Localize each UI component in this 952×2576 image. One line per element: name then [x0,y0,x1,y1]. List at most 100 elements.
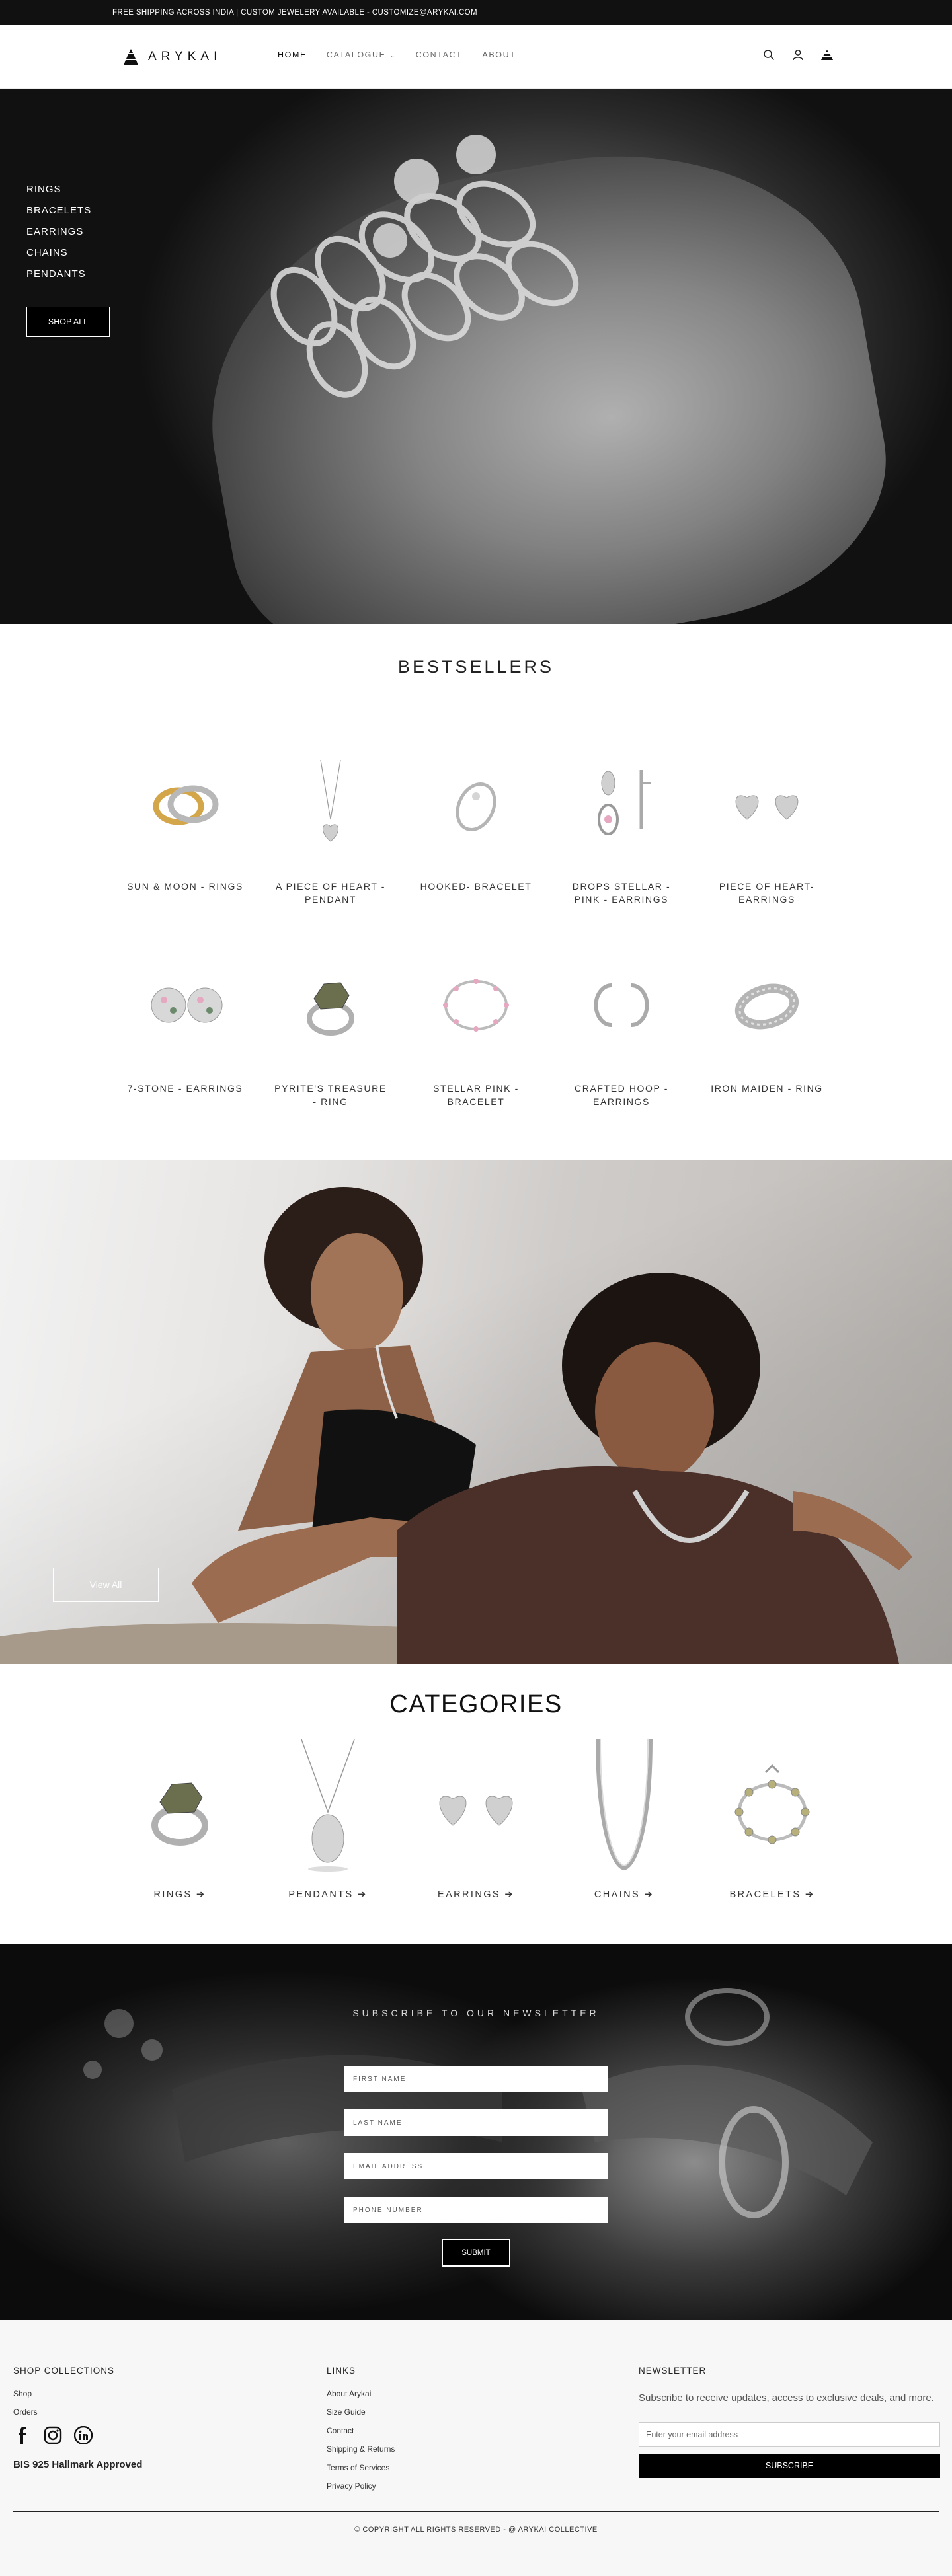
product-name[interactable]: PIECE OF HEART- EARRINGS [694,880,840,906]
footer-link-terms[interactable]: Terms of Services [327,2463,395,2472]
footer-shop-title: SHOP COLLECTIONS [13,2366,115,2376]
product-card[interactable]: IRON MAIDEN - RING [694,939,840,1108]
footer-link-shop[interactable]: Shop [13,2389,142,2398]
category-label[interactable]: EARRINGS ➔ [402,1889,550,1900]
social-links [13,2426,142,2444]
product-card[interactable]: 7-STONE - EARRINGS [112,939,258,1108]
header-icons [763,49,833,61]
hero-link-rings[interactable]: RINGS [26,184,91,195]
category-card-chains[interactable]: CHAINS ➔ [550,1736,698,1900]
facebook-icon[interactable] [13,2426,32,2444]
product-image[interactable] [403,939,549,1071]
nav-contact[interactable]: CONTACT [416,50,463,61]
category-label[interactable]: PENDANTS ➔ [254,1889,402,1900]
footer-newsletter-text: Subscribe to receive updates, access to … [639,2392,934,2404]
product-name[interactable]: A PIECE OF HEART - PENDANT [258,880,403,906]
category-name: CHAINS [594,1889,641,1900]
main-nav: HOME CATALOGUE ⌄ CONTACT ABOUT [278,50,516,61]
category-image[interactable] [698,1736,846,1875]
bestsellers-title: BESTSELLERS [397,657,555,677]
product-name[interactable]: IRON MAIDEN - RING [694,1082,840,1095]
subscribe-button[interactable]: SUBSCRIBE [639,2454,940,2478]
product-image[interactable] [549,939,694,1071]
arrow-right-icon: ➔ [196,1889,206,1900]
product-image[interactable] [112,737,258,869]
product-image[interactable] [258,939,403,1071]
shop-all-button[interactable]: SHOP ALL [26,307,110,337]
categories-grid: RINGS ➔ PENDANTS ➔ EARRINGS ➔ CHAINS ➔ B… [106,1736,846,1900]
category-name: PENDANTS [288,1889,354,1900]
hero-link-chains[interactable]: CHAINS [26,247,91,258]
product-name[interactable]: 7-STONE - EARRINGS [112,1082,258,1095]
nav-catalogue[interactable]: CATALOGUE ⌄ [327,50,396,61]
footer-link-privacy[interactable]: Privacy Policy [327,2481,395,2491]
hero-link-earrings[interactable]: EARRINGS [26,226,91,237]
last-name-field[interactable]: LAST NAME [344,2109,608,2136]
category-image[interactable] [106,1736,254,1875]
logo[interactable]: ARYKAI [123,48,221,66]
category-card-pendants[interactable]: PENDANTS ➔ [254,1736,402,1900]
product-image[interactable] [258,737,403,869]
bestsellers-row-1: SUN & MOON - RINGS A PIECE OF HEART - PE… [112,737,840,906]
view-all-button[interactable]: View All [53,1568,159,1602]
product-image[interactable] [112,939,258,1071]
product-image[interactable] [694,737,840,869]
product-card[interactable]: PIECE OF HEART- EARRINGS [694,737,840,906]
footer-link-about[interactable]: About Arykai [327,2389,395,2398]
product-card[interactable]: A PIECE OF HEART - PENDANT [258,737,403,906]
arrow-right-icon: ➔ [358,1889,368,1900]
product-name[interactable]: HOOKED- BRACELET [403,880,549,893]
first-name-field[interactable]: FIRST NAME [344,2066,608,2092]
pyrite-ring-icon [307,982,354,1036]
product-name[interactable]: CRAFTED HOOP - EARRINGS [549,1082,694,1108]
product-name[interactable]: STELLAR PINK - BRACELET [403,1082,549,1108]
pink-bracelet-icon [443,979,509,1032]
category-label[interactable]: CHAINS ➔ [550,1889,698,1900]
product-name[interactable]: PYRITE'S TREASURE - RING [258,1082,403,1108]
heart-earrings-icon [735,795,799,820]
category-image[interactable] [402,1736,550,1875]
hoop-earrings-icon [594,983,649,1027]
product-image[interactable] [549,737,694,869]
product-name[interactable]: DROPS STELLAR - PINK - EARRINGS [549,880,694,906]
product-card[interactable]: PYRITE'S TREASURE - RING [258,939,403,1108]
hero-link-pendants[interactable]: PENDANTS [26,268,91,280]
category-card-rings[interactable]: RINGS ➔ [106,1736,254,1900]
footer-link-shipping[interactable]: Shipping & Returns [327,2444,395,2454]
submit-button[interactable]: SUBMIT [442,2239,510,2267]
product-card[interactable]: CRAFTED HOOP - EARRINGS [549,939,694,1108]
hero-banner: RINGS BRACELETS EARRINGS CHAINS PENDANTS… [0,89,952,624]
linkedin-icon[interactable] [74,2426,93,2444]
phone-field[interactable]: PHONE NUMBER [344,2197,608,2223]
product-card[interactable]: DROPS STELLAR - PINK - EARRINGS [549,737,694,906]
hero-link-bracelets[interactable]: BRACELETS [26,205,91,216]
instagram-icon[interactable] [44,2426,62,2444]
category-label[interactable]: RINGS ➔ [106,1889,254,1900]
brand-name: ARYKAI [148,50,222,63]
product-card[interactable]: SUN & MOON - RINGS [112,737,258,906]
product-image[interactable] [403,737,549,869]
product-card[interactable]: STELLAR PINK - BRACELET [403,939,549,1108]
nav-home[interactable]: HOME [278,50,307,61]
search-icon[interactable] [763,49,775,61]
product-name[interactable]: SUN & MOON - RINGS [112,880,258,893]
category-image[interactable] [254,1736,402,1875]
category-card-earrings[interactable]: EARRINGS ➔ [402,1736,550,1900]
site-footer: SHOP COLLECTIONS Shop Orders BIS 925 Hal… [0,2320,952,2576]
heart-pendant-icon [320,759,341,842]
footer-link-contact[interactable]: Contact [327,2426,395,2435]
hallmark-note: BIS 925 Hallmark Approved [13,2459,143,2470]
footer-link-orders[interactable]: Orders [13,2407,142,2417]
category-label[interactable]: BRACELETS ➔ [698,1889,846,1900]
cart-icon[interactable] [821,49,833,61]
category-image[interactable] [550,1736,698,1875]
footer-email-input[interactable]: Enter your email address [639,2422,940,2447]
nav-about[interactable]: ABOUT [482,50,516,61]
category-card-bracelets[interactable]: BRACELETS ➔ [698,1736,846,1900]
email-field[interactable]: EMAIL ADDRESS [344,2153,608,2179]
account-icon[interactable] [792,49,804,61]
hero-category-menu: RINGS BRACELETS EARRINGS CHAINS PENDANTS [26,184,91,289]
footer-link-size-guide[interactable]: Size Guide [327,2407,395,2417]
product-card[interactable]: HOOKED- BRACELET [403,737,549,906]
product-image[interactable] [694,939,840,1071]
